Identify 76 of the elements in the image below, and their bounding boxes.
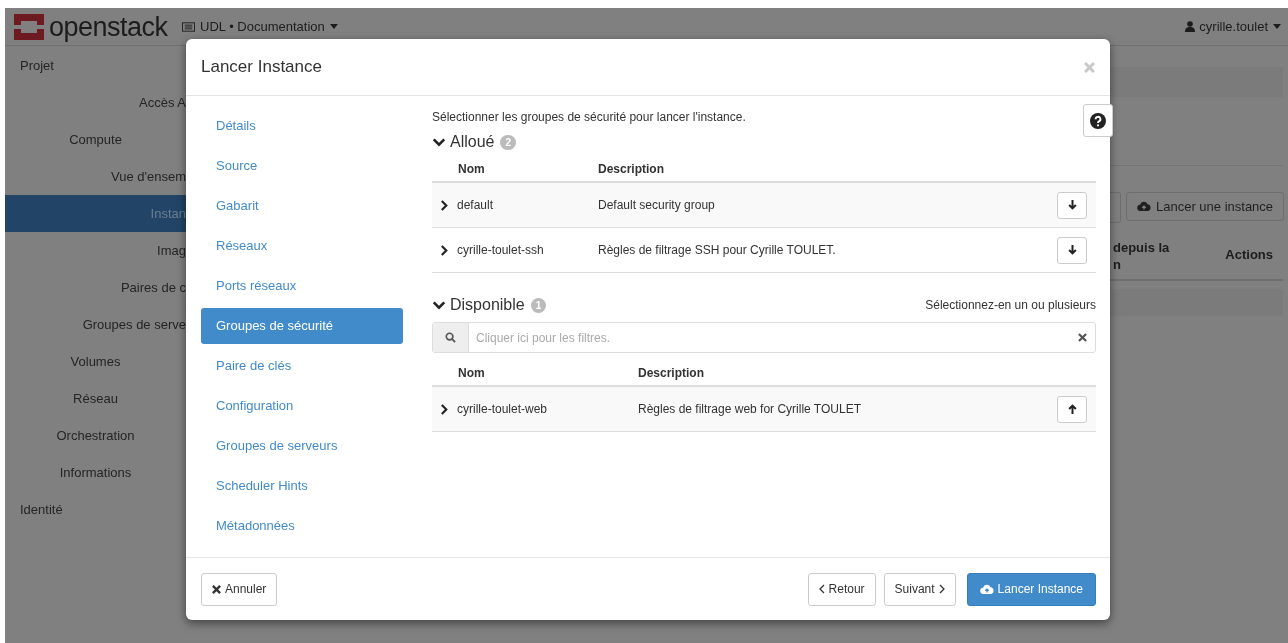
help-icon: [1090, 112, 1106, 129]
launch-instance-button[interactable]: Lancer Instance: [966, 572, 1096, 606]
cloud-upload-icon: [1137, 201, 1151, 212]
arrow-down-icon: [1067, 245, 1077, 255]
list-icon: [182, 21, 195, 32]
sidebar-section[interactable]: Identité: [5, 491, 186, 528]
instructions-text: Sélectionner les groupes de sécurité pour lancer l'instance.: [432, 109, 746, 125]
column-header: depuis la n: [1113, 239, 1171, 273]
sidebar-group[interactable]: Orchestration: [5, 417, 186, 454]
deallocate-button[interactable]: [1057, 236, 1087, 264]
sidebar-item[interactable]: Instan: [5, 195, 186, 232]
wizard-step[interactable]: Scheduler Hints: [201, 468, 403, 504]
table-cell-text: Règles de filtrage SSH pour Cyrille TOULET.: [598, 243, 837, 257]
chevron-right-icon[interactable]: [440, 199, 449, 211]
wizard-step[interactable]: Configuration: [201, 388, 403, 424]
column-header: Description: [598, 161, 664, 176]
table-cell: cyrille-toulet-ssh: [457, 243, 544, 257]
project-menu[interactable]: UDL • Documentation: [182, 19, 338, 34]
launch-instance-button[interactable]: Lancer une instance: [1126, 192, 1285, 221]
column-header: Description: [638, 365, 704, 380]
hint-text: Sélectionnez-en un ou plusieurs: [925, 298, 1096, 312]
wizard-step[interactable]: Paire de clés: [201, 348, 403, 384]
arrow-up-icon: [1067, 404, 1077, 414]
chevron-right-icon: [938, 584, 945, 594]
user-menu[interactable]: cyrille.toulet: [1185, 19, 1281, 34]
table-cell-text: Règles de filtrage web for Cyrille TOULET: [638, 402, 862, 416]
column-header: Nom: [457, 161, 486, 176]
sidebar-group[interactable]: Volumes: [5, 343, 186, 380]
next-button[interactable]: Suivant: [883, 572, 956, 606]
wizard-step[interactable]: Groupes de serveurs: [201, 428, 403, 464]
logo-icon: [14, 13, 44, 40]
sidebar-group[interactable]: Compute: [5, 121, 186, 158]
sidebar-item[interactable]: Vue d'ensem: [5, 158, 186, 195]
sidebar-group[interactable]: Réseau: [5, 380, 186, 417]
wizard-step[interactable]: Détails: [201, 108, 403, 144]
column-header: Nom: [457, 365, 486, 380]
column-header: Actions: [1225, 246, 1273, 264]
sidebar-item[interactable]: Groupes de serve: [5, 306, 186, 343]
sidebar-item[interactable]: Paires de c: [5, 269, 186, 306]
filter-field[interactable]: Cliquer ici pour les filtres.: [432, 322, 1096, 353]
wizard-step[interactable]: Réseaux: [201, 228, 403, 264]
user-icon: [1185, 21, 1196, 32]
close-icon: [212, 584, 221, 594]
caret-down-icon: [1273, 24, 1281, 29]
wizard-step[interactable]: Métadonnées: [201, 508, 403, 544]
sidebar-item[interactable]: Imag: [5, 232, 186, 269]
chevron-right-icon[interactable]: [440, 244, 449, 256]
table-cell: default: [457, 198, 494, 212]
deallocate-button[interactable]: [1057, 191, 1087, 219]
section-toggle[interactable]: Disponible: [432, 296, 525, 314]
allocate-button[interactable]: [1057, 395, 1087, 423]
search-icon: [433, 323, 469, 352]
filter-input[interactable]: Cliquer ici pour les filtres.: [469, 330, 1078, 345]
table-cell: cyrille-toulet-web: [457, 402, 548, 416]
cloud-upload-icon: [979, 583, 994, 595]
wizard-step[interactable]: Ports réseaux: [201, 268, 403, 304]
wizard-step[interactable]: Source: [201, 148, 403, 184]
sidebar-item[interactable]: Accès A: [5, 84, 186, 121]
logo-text: openstack: [49, 11, 168, 42]
arrow-down-icon: [1067, 200, 1077, 210]
sidebar-section[interactable]: Projet: [5, 47, 186, 84]
dialog-title: Lancer Instance: [201, 57, 322, 77]
count-badge: 1: [530, 297, 547, 313]
wizard-step[interactable]: Groupes de sécurité: [201, 308, 403, 344]
wizard-step[interactable]: Gabarit: [201, 188, 403, 224]
sidebar-group[interactable]: Informations: [5, 454, 186, 491]
table-cell-text: Default security group: [598, 198, 716, 212]
back-button[interactable]: Retour: [807, 572, 876, 606]
count-badge: 2: [500, 134, 517, 150]
section-toggle[interactable]: Alloué: [432, 133, 495, 151]
chevron-right-icon[interactable]: [440, 403, 449, 415]
cancel-button[interactable]: Annuler: [201, 572, 278, 606]
help-button[interactable]: [1083, 104, 1113, 137]
chevron-left-icon: [818, 584, 825, 594]
clear-icon[interactable]: [1078, 333, 1087, 342]
caret-down-icon: [329, 24, 338, 29]
